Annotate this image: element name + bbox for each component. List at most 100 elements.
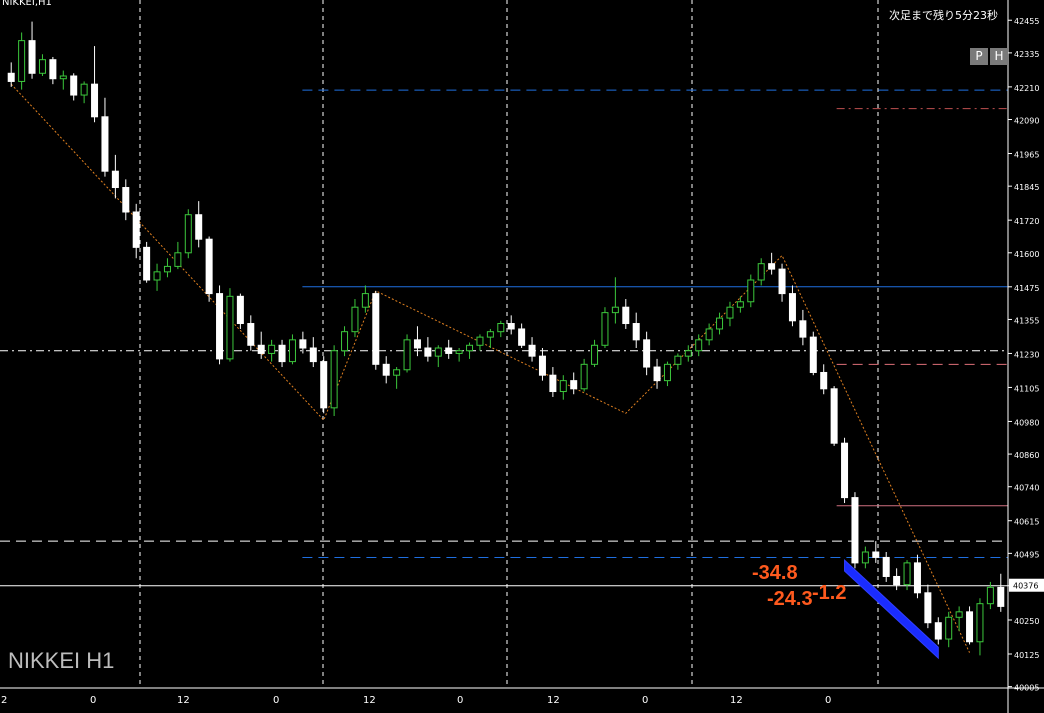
- candle: [622, 306, 630, 325]
- x-tick-label: 0: [825, 695, 831, 706]
- candle: [382, 363, 390, 376]
- candle: [372, 293, 380, 365]
- candle: [393, 369, 401, 376]
- candle: [18, 40, 26, 82]
- next-bar-countdown: 次足まで残り5分23秒: [889, 9, 998, 22]
- y-tick-label: 41720: [1014, 217, 1039, 226]
- candle: [549, 374, 557, 393]
- candle: [632, 323, 640, 341]
- candle: [38, 59, 46, 74]
- candle: [653, 366, 661, 382]
- candle: [184, 214, 192, 254]
- candle: [205, 238, 213, 295]
- candle: [497, 323, 505, 333]
- x-tick-label: 12: [363, 695, 376, 706]
- candle: [80, 83, 88, 96]
- candle: [101, 116, 109, 172]
- current-price-label: 40376: [1013, 582, 1038, 591]
- candle: [736, 301, 744, 308]
- x-tick-label: 0: [273, 695, 279, 706]
- x-tick-label: 12: [177, 695, 190, 706]
- y-tick-label: 41600: [1014, 250, 1039, 259]
- y-tick-label: 41105: [1014, 384, 1039, 393]
- h-button[interactable]: H: [990, 48, 1008, 65]
- y-tick-label: 40495: [1014, 550, 1039, 559]
- candle: [809, 336, 817, 373]
- candle: [966, 611, 974, 643]
- candle: [91, 83, 99, 118]
- candle: [903, 562, 911, 586]
- candle: [330, 350, 338, 409]
- candle: [986, 586, 994, 605]
- y-tick-label: 41475: [1014, 284, 1039, 293]
- annotation-label: -1.2: [812, 582, 847, 604]
- candle: [528, 344, 536, 357]
- y-tick-label: 40250: [1014, 617, 1039, 626]
- candle: [601, 312, 609, 346]
- y-tick-label: 40125: [1014, 651, 1039, 660]
- candle: [726, 306, 734, 319]
- candle: [611, 306, 619, 314]
- candle: [559, 380, 567, 393]
- candle: [309, 347, 317, 363]
- candle: [132, 211, 140, 248]
- candle: [788, 293, 796, 322]
- candle: [768, 263, 776, 270]
- candle: [59, 75, 67, 80]
- candle: [111, 170, 119, 189]
- candle: [882, 556, 890, 577]
- y-tick-label: 42455: [1014, 17, 1039, 26]
- candle: [757, 263, 765, 281]
- candle: [195, 214, 203, 240]
- price-chart[interactable]: 42455 42335 42210 42090 41965 41845 41720 41600…: [0, 0, 1044, 713]
- candle: [507, 323, 515, 330]
- candle: [580, 363, 588, 390]
- candle: [841, 442, 849, 499]
- candle: [851, 497, 859, 564]
- window-title: NIKKEI,H1: [2, 0, 52, 8]
- candle: [924, 592, 932, 624]
- p-button[interactable]: P: [970, 48, 988, 65]
- candle: [361, 293, 369, 308]
- candle: [872, 551, 880, 558]
- candle: [163, 265, 171, 273]
- candle: [257, 344, 265, 354]
- candle: [143, 246, 151, 281]
- candle: [28, 40, 36, 74]
- candle: [674, 355, 682, 365]
- candle: [861, 551, 869, 564]
- candle: [403, 339, 411, 371]
- x-tick-label: 2: [1, 695, 7, 706]
- candle: [216, 293, 224, 360]
- x-tick-label: 12: [730, 695, 743, 706]
- candle: [893, 575, 901, 586]
- candle: [424, 347, 432, 357]
- candle: [476, 336, 484, 346]
- candle: [299, 339, 307, 349]
- candle: [913, 562, 921, 594]
- candle: [153, 271, 161, 281]
- y-tick-label: 41230: [1014, 350, 1039, 359]
- candle: [351, 306, 359, 333]
- candle: [7, 72, 15, 82]
- y-tick-label: 41965: [1014, 151, 1039, 160]
- candle: [591, 344, 599, 365]
- y-tick-label: 42335: [1014, 50, 1039, 59]
- x-tick-label: 0: [642, 695, 648, 706]
- y-tick-label: 40980: [1014, 418, 1039, 427]
- candle: [934, 622, 942, 640]
- candle: [778, 268, 786, 295]
- candle: [747, 279, 755, 303]
- y-tick-label: 40740: [1014, 484, 1039, 493]
- candle: [70, 75, 78, 96]
- candle: [518, 328, 526, 346]
- candle: [663, 363, 671, 382]
- candle: [570, 380, 578, 390]
- candle: [268, 344, 276, 354]
- blue-channel: [844, 559, 939, 660]
- y-tick-label: 40005: [1014, 684, 1039, 693]
- candle: [413, 339, 421, 349]
- y-tick-label: 42210: [1014, 84, 1039, 93]
- candle: [955, 611, 963, 618]
- x-tick-label: 12: [547, 695, 560, 706]
